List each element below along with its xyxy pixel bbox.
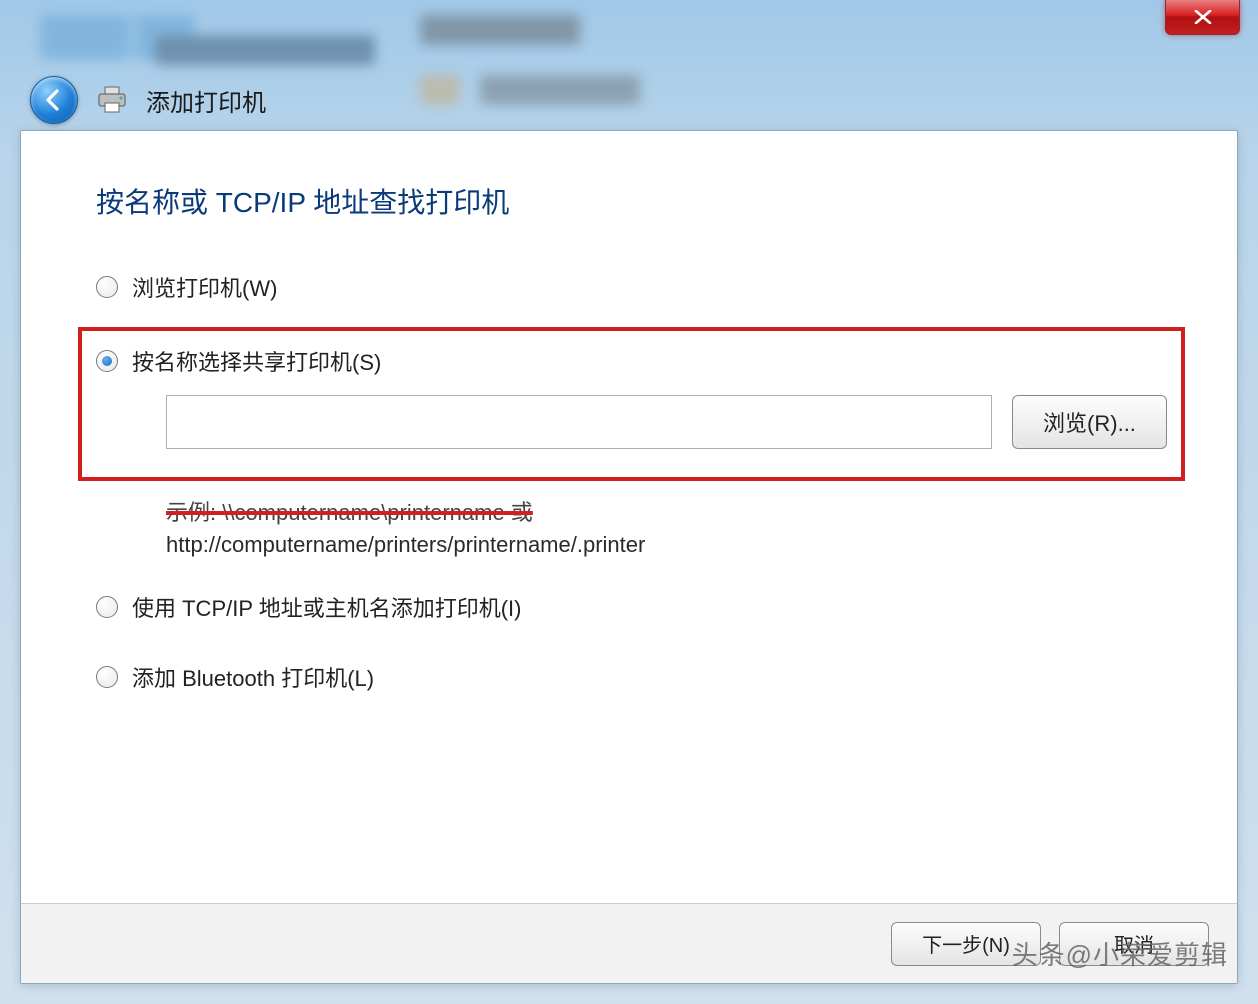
wizard-panel: 按名称或 TCP/IP 地址查找打印机 浏览打印机(W) 按名称选择共享打印机(… [20, 130, 1238, 984]
example-text: 示例: \\computername\printername 或 http://… [166, 497, 1167, 561]
option-label: 使用 TCP/IP 地址或主机名添加打印机(I) [132, 591, 522, 623]
radio-icon [96, 596, 118, 618]
highlight-annotation: 按名称选择共享打印机(S) 浏览(R)... [78, 327, 1185, 481]
radio-icon [96, 666, 118, 688]
nav-back-button[interactable] [30, 76, 78, 124]
example-line-1: 示例: \\computername\printername 或 [166, 497, 1167, 529]
printer-icon [96, 86, 128, 114]
printer-name-input[interactable] [166, 395, 992, 449]
wizard-title: 添加打印机 [146, 83, 266, 118]
option-browse-printers[interactable]: 浏览打印机(W) [96, 271, 1167, 303]
page-heading: 按名称或 TCP/IP 地址查找打印机 [96, 181, 1167, 221]
browse-button[interactable]: 浏览(R)... [1012, 395, 1167, 449]
option-label: 添加 Bluetooth 打印机(L) [132, 661, 374, 693]
option-bluetooth[interactable]: 添加 Bluetooth 打印机(L) [96, 661, 1167, 693]
wizard-header: 添加打印机 [20, 70, 1238, 130]
example-line-2: http://computername/printers/printername… [166, 529, 1167, 561]
next-button[interactable]: 下一步(N) [891, 922, 1041, 966]
option-tcpip[interactable]: 使用 TCP/IP 地址或主机名添加打印机(I) [96, 591, 1167, 623]
arrow-left-icon [41, 87, 67, 113]
radio-icon [96, 276, 118, 298]
cancel-button[interactable]: 取消 [1059, 922, 1209, 966]
close-icon [1194, 10, 1212, 24]
radio-icon [96, 350, 118, 372]
window-close-button[interactable] [1165, 0, 1240, 35]
wizard-footer: 下一步(N) 取消 [21, 903, 1237, 983]
option-label: 按名称选择共享打印机(S) [132, 345, 381, 377]
option-label: 浏览打印机(W) [132, 271, 277, 303]
option-select-by-name[interactable]: 按名称选择共享打印机(S) [96, 345, 1167, 377]
